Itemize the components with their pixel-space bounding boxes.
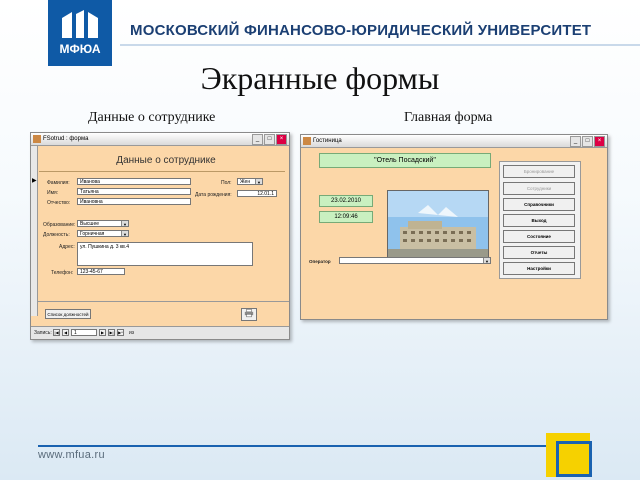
hotel-name: "Отель Посадский" (374, 157, 436, 164)
phone-field[interactable]: 123-45-67 (77, 268, 125, 275)
nav-label: Запись: (34, 330, 52, 336)
footer-url[interactable]: www.mfua.ru (38, 449, 105, 461)
exit-button[interactable]: Выход (503, 214, 575, 227)
time-box: 12:09:46 (319, 211, 373, 223)
address-label: Адрес: (59, 244, 75, 250)
maximize-button[interactable]: □ (582, 136, 593, 147)
next-record-button[interactable]: ▶ (99, 329, 106, 336)
new-record-button[interactable]: ▶* (117, 329, 124, 336)
chevron-down-icon[interactable]: ▼ (121, 231, 128, 236)
position-select[interactable]: Горничная ▼ (77, 230, 129, 237)
gender-label: Пол: (221, 180, 232, 186)
form-icon (33, 135, 41, 143)
main-form-window: Гостиница _ □ × "Отель Посадский" 23.02.… (300, 134, 608, 320)
positions-list-button[interactable]: Список должностей (45, 309, 91, 319)
state-button[interactable]: Состояние (503, 230, 575, 243)
position-label: Должность: (43, 232, 70, 238)
name-field[interactable]: Татьяна (77, 188, 191, 195)
footer-blue-square (556, 441, 592, 477)
gender-value: Жен (240, 179, 251, 185)
position-value: Горничная (80, 231, 105, 237)
surname-field[interactable]: Иванова (77, 178, 191, 185)
record-number-field[interactable]: 1 (71, 329, 97, 336)
record-selector[interactable] (31, 146, 38, 316)
chevron-down-icon[interactable]: ▼ (255, 179, 262, 184)
patronymic-label: Отчество: (47, 200, 71, 206)
education-select[interactable]: Высшее ▼ (77, 220, 129, 227)
window-title: FSotrud : форма (43, 136, 89, 142)
last-record-button[interactable]: ▶| (108, 329, 115, 336)
operator-label: Оператор (309, 259, 331, 264)
employee-form-window: FSotrud : форма _ □ × ▶ Данные о сотрудн… (30, 132, 290, 340)
minimize-button[interactable]: _ (570, 136, 581, 147)
record-nav-bar: Запись: |◀ ◀ 1 ▶ ▶| ▶* из (31, 326, 289, 339)
birthdate-label: Дата рождения: (195, 192, 232, 198)
record-pointer-icon: ▶ (32, 178, 37, 184)
chevron-down-icon[interactable]: ▼ (483, 258, 490, 263)
form-heading: Данные о сотруднике (116, 155, 216, 166)
minimize-button[interactable]: _ (252, 134, 263, 145)
university-name: МОСКОВСКИЙ ФИНАНСОВО-ЮРИДИЧЕСКИЙ УНИВЕРС… (130, 22, 592, 39)
employees-button[interactable]: Сотрудники (503, 182, 575, 195)
patronymic-field[interactable]: Ивановна (77, 198, 191, 205)
references-button[interactable]: Справочники (503, 198, 575, 211)
page-title: Экранные формы (200, 60, 440, 96)
close-button[interactable]: × (594, 136, 605, 147)
settings-button[interactable]: Настройки (503, 262, 575, 275)
window-title: Гостиница (313, 138, 342, 144)
education-label: Образование: (43, 222, 76, 228)
phone-label: Телефон: (51, 270, 74, 276)
surname-label: Фамилия: (47, 180, 70, 186)
hotel-photo (387, 190, 489, 258)
heading-divider (39, 171, 285, 172)
nav-of-label: из (129, 330, 135, 336)
name-label: Имя: (47, 190, 59, 196)
logo-emblem-icon (62, 10, 98, 38)
footer-line (38, 445, 548, 447)
form-icon (303, 137, 311, 145)
main-form-titlebar: Гостиница _ □ × (301, 135, 607, 148)
caption-employee-form: Данные о сотруднике (88, 110, 216, 125)
gender-select[interactable]: Жен ▼ (237, 178, 263, 185)
booking-button[interactable]: Бронирование (503, 165, 575, 178)
maximize-button[interactable]: □ (264, 134, 275, 145)
university-logo: МФЮА (48, 0, 112, 66)
printer-icon (244, 309, 254, 318)
hotel-name-box: "Отель Посадский" (319, 153, 491, 168)
footer-divider (37, 301, 289, 302)
operator-select[interactable]: ▼ (339, 257, 491, 264)
caption-main-form: Главная форма (404, 110, 493, 125)
reports-button[interactable]: Отчеты (503, 246, 575, 259)
close-button[interactable]: × (276, 134, 287, 145)
chevron-down-icon[interactable]: ▼ (121, 221, 128, 226)
date-box: 23.02.2010 (319, 195, 373, 207)
first-record-button[interactable]: |◀ (53, 329, 60, 336)
prev-record-button[interactable]: ◀ (62, 329, 69, 336)
logo-text: МФЮА (59, 42, 101, 56)
birthdate-field[interactable]: 12.01.1 (237, 190, 277, 197)
address-field[interactable]: ул. Пушкина д. 3 кв.4 (77, 242, 253, 266)
education-value: Высшее (80, 221, 100, 227)
print-button[interactable] (241, 308, 257, 321)
employee-form-titlebar: FSotrud : форма _ □ × (31, 133, 289, 146)
